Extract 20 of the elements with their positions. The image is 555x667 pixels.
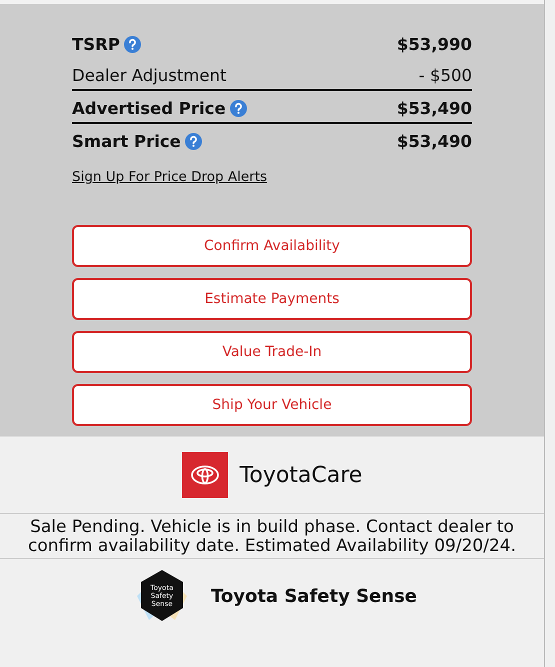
price-value: $53,990 <box>396 35 472 54</box>
help-icon[interactable] <box>184 133 202 150</box>
status-message: Sale Pending. Vehicle is in build phase. Contact dealer to confirm availability date. Estimated Availability 09/20/24. <box>0 514 544 559</box>
toyotacare-name: ToyotaCare <box>240 462 362 488</box>
price-value: $53,490 <box>396 99 472 118</box>
price-value: - $500 <box>418 66 472 85</box>
action-button[interactable]: Estimate Payments <box>72 278 472 320</box>
price-label: TSRP <box>72 35 120 54</box>
price-value: $53,490 <box>396 132 472 151</box>
price-alert-link[interactable]: Sign Up For Price Drop Alerts <box>72 169 268 185</box>
help-icon[interactable] <box>124 36 141 53</box>
action-button[interactable]: Value Trade-In <box>72 331 472 373</box>
toyota-logo-icon <box>182 452 228 498</box>
action-button[interactable]: Confirm Availability <box>72 225 472 267</box>
action-button[interactable]: Ship Your Vehicle <box>72 384 472 426</box>
help-icon[interactable] <box>230 100 247 117</box>
safety-sense-name: Toyota Safety Sense <box>210 586 418 606</box>
price-label: Advertised Price <box>72 99 226 118</box>
price-label: Dealer Adjustment <box>72 66 226 85</box>
price-label: Smart Price <box>72 132 181 151</box>
